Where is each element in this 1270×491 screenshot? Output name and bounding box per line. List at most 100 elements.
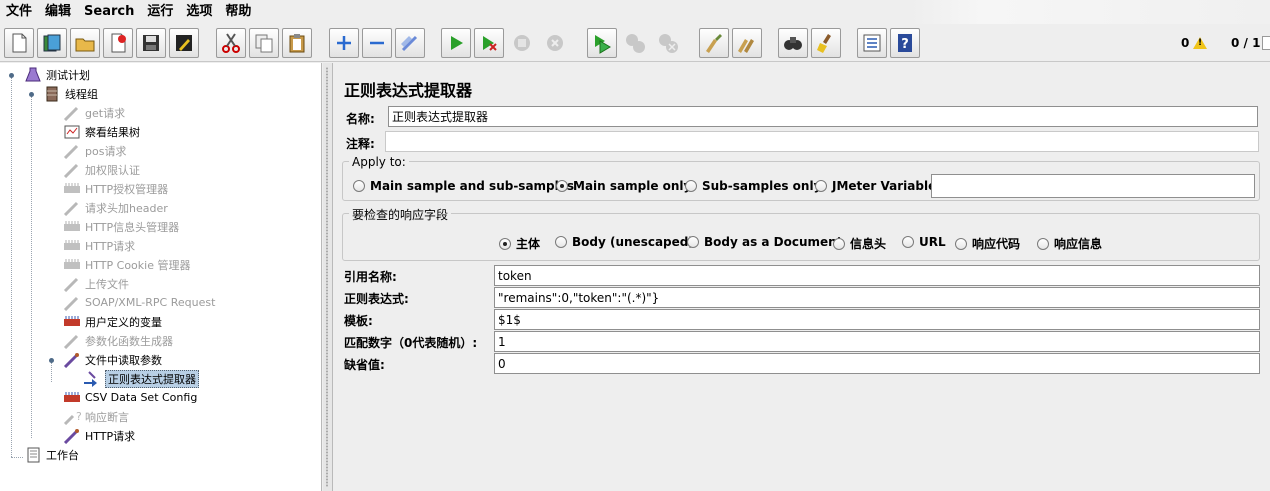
config-active-icon <box>63 390 81 406</box>
remote-start-button[interactable] <box>587 28 617 58</box>
menu-options[interactable]: 选项 <box>180 0 219 24</box>
shutdown-icon <box>547 35 563 51</box>
jmeter-variable-input[interactable] <box>931 174 1255 198</box>
save-as-icon <box>176 35 192 51</box>
split-pane-divider[interactable] <box>323 63 333 491</box>
radio-main-and-sub[interactable]: Main sample and sub-samples <box>353 179 574 193</box>
radio-response-code[interactable]: 响应代码 <box>955 235 1020 252</box>
tree-node-post-request[interactable]: pos请求 <box>63 141 126 160</box>
tree-node-response-assertion[interactable]: ? 响应断言 <box>63 407 129 426</box>
warning-icon[interactable] <box>1193 37 1207 49</box>
tree-node-user-variables[interactable]: 用户定义的变量 <box>63 312 162 331</box>
tree-node-http-request[interactable]: HTTP请求 <box>63 426 135 445</box>
radio-main-only[interactable]: Main sample only <box>556 179 691 193</box>
template-input[interactable] <box>494 309 1260 330</box>
listener-icon <box>63 124 81 140</box>
menu-bar: 文件 编辑 Search 运行 选项 帮助 <box>0 0 1270 24</box>
regex-input[interactable] <box>494 287 1260 308</box>
config-icon <box>63 238 81 254</box>
page-title: 正则表达式提取器 <box>344 81 473 100</box>
sampler-icon <box>63 295 81 311</box>
menu-help[interactable]: 帮助 <box>219 0 258 24</box>
reset-search-button[interactable] <box>811 28 841 58</box>
remote-stop-icon <box>626 34 645 53</box>
tree-expander-thread-group[interactable] <box>27 90 36 99</box>
sampler-active-icon <box>63 352 81 368</box>
menu-search[interactable]: Search <box>78 0 141 24</box>
remote-start-icon <box>595 35 611 54</box>
shutdown-button[interactable] <box>540 28 570 58</box>
field-to-check-title: 要检查的响应字段 <box>349 206 452 223</box>
toggle-button[interactable] <box>395 28 425 58</box>
workbench-icon <box>24 447 42 463</box>
tree-node-get-request[interactable]: get请求 <box>63 103 125 122</box>
default-value-input[interactable] <box>494 353 1260 374</box>
tree-node-soap-request[interactable]: SOAP/XML-RPC Request <box>63 293 215 312</box>
tree-node-header-manager[interactable]: HTTP信息头管理器 <box>63 217 179 236</box>
tree-node-csv-config[interactable]: CSV Data Set Config <box>63 388 197 407</box>
radio-circle <box>902 236 914 248</box>
radio-headers[interactable]: 信息头 <box>833 235 886 252</box>
name-input[interactable] <box>388 106 1258 127</box>
match-number-input[interactable] <box>494 331 1260 352</box>
tree-node-regex-extractor[interactable]: 正则表达式提取器 <box>83 369 199 388</box>
tree-node-auth-manager[interactable]: HTTP授权管理器 <box>63 179 168 198</box>
tree-expander-file-param[interactable] <box>47 356 56 365</box>
tree-node-view-results-tree[interactable]: 察看结果树 <box>63 122 140 141</box>
new-button[interactable] <box>4 28 34 58</box>
sampler-icon <box>63 162 81 178</box>
tree-node-label: 用户定义的变量 <box>85 315 162 329</box>
tree-node-label: 正则表达式提取器 <box>105 369 199 388</box>
copy-button[interactable] <box>249 28 279 58</box>
comment-input[interactable] <box>385 131 1259 152</box>
menu-run[interactable]: 运行 <box>141 0 180 24</box>
remote-shutdown-button[interactable] <box>653 28 683 58</box>
tree-node-label: 线程组 <box>65 87 98 101</box>
expand-button[interactable] <box>329 28 359 58</box>
save-icon <box>143 35 159 51</box>
radio-jmeter-variable[interactable]: JMeter Variable <box>815 179 936 193</box>
tree-node-thread-group[interactable]: 线程组 <box>43 84 98 103</box>
open-button[interactable] <box>70 28 100 58</box>
stop-button[interactable] <box>507 28 537 58</box>
tree-node-auth[interactable]: 加权限认证 <box>63 160 140 179</box>
menu-file[interactable]: 文件 <box>0 0 39 24</box>
templates-button[interactable] <box>37 28 67 58</box>
clear-button[interactable] <box>699 28 729 58</box>
tree-node-http-defaults[interactable]: HTTP请求 <box>63 236 135 255</box>
tree-node-label: CSV Data Set Config <box>85 391 198 404</box>
close-button[interactable] <box>103 28 133 58</box>
tree-node-cookie-manager[interactable]: HTTP Cookie 管理器 <box>63 255 190 274</box>
remote-stop-button[interactable] <box>620 28 650 58</box>
radio-url[interactable]: URL <box>902 235 946 249</box>
start-button[interactable] <box>441 28 471 58</box>
save-button[interactable] <box>136 28 166 58</box>
clear-all-button[interactable] <box>732 28 762 58</box>
start-no-pause-button[interactable] <box>474 28 504 58</box>
config-icon <box>63 257 81 273</box>
tree-node-workbench[interactable]: 工作台 <box>24 445 79 464</box>
tree-node-upload[interactable]: 上传文件 <box>63 274 129 293</box>
radio-body-document[interactable]: Body as a Document <box>687 235 842 249</box>
reference-name-input[interactable] <box>494 265 1260 286</box>
radio-body-unescaped[interactable]: Body (unescaped) <box>555 235 694 249</box>
save-as-button[interactable] <box>169 28 199 58</box>
cut-button[interactable] <box>216 28 246 58</box>
tree-node-header-request[interactable]: 请求头加header <box>63 198 168 217</box>
tree-node-test-plan[interactable]: 测试计划 <box>24 65 90 84</box>
menu-edit[interactable]: 编辑 <box>39 0 78 24</box>
tree-line-group <box>31 96 32 438</box>
tree-expander-root[interactable] <box>7 71 16 80</box>
toggle-icon <box>401 35 418 52</box>
radio-response-message[interactable]: 响应信息 <box>1037 235 1102 252</box>
tree-node-function-generator[interactable]: 参数化函数生成器 <box>63 331 173 350</box>
radio-circle <box>833 237 845 250</box>
search-button[interactable] <box>778 28 808 58</box>
radio-body[interactable]: 主体 <box>499 235 540 252</box>
help-button[interactable]: ? <box>890 28 920 58</box>
collapse-button[interactable] <box>362 28 392 58</box>
function-helper-button[interactable] <box>857 28 887 58</box>
radio-sub-only[interactable]: Sub-samples only <box>685 179 821 193</box>
tree-node-file-param[interactable]: 文件中读取参数 <box>63 350 162 369</box>
paste-button[interactable] <box>282 28 312 58</box>
